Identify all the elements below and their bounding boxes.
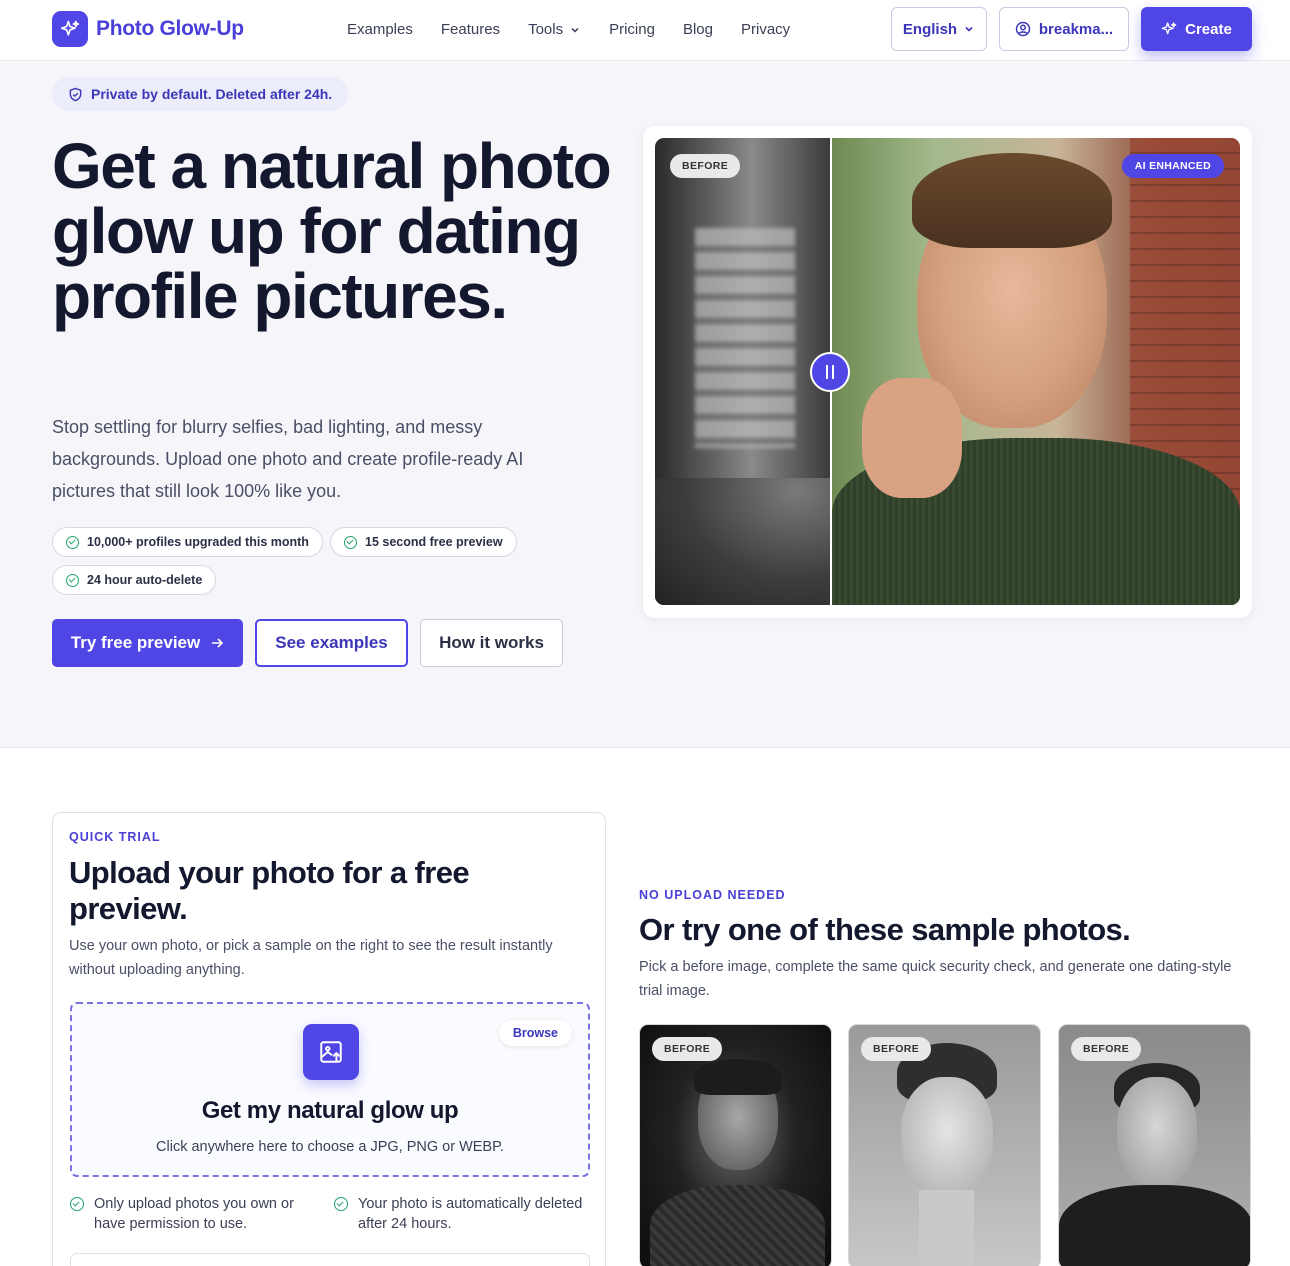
try-label: Try free preview (70, 633, 201, 652)
dropzone-subtitle: Click anywhere here to choose a JPG, PNG… (156, 1139, 504, 1155)
blurred-window-background (695, 228, 795, 448)
chevron-down-icon (965, 26, 973, 32)
stat-pill-text: 24 hour auto-delete (87, 573, 203, 587)
privacy-badge: Private by default. Deleted after 24h. (52, 77, 349, 111)
chevron-down-icon (571, 27, 579, 33)
ownership-note-text: Only upload photos you own or have permi… (94, 1196, 294, 1232)
quick-trial-card: QUICK TRIAL Upload your photo for a free… (52, 812, 606, 1266)
before-tag: BEFORE (861, 1037, 932, 1061)
photo-upload-dropzone[interactable]: Browse Get my natural glow up Click anyw… (70, 1002, 590, 1177)
ai-enhanced-tag: AI ENHANCED (1121, 154, 1224, 178)
language-label: English (902, 20, 958, 38)
ownership-note: Only upload photos you own or have permi… (70, 1194, 310, 1234)
nav-privacy[interactable]: Privacy (741, 21, 790, 38)
before-tag: BEFORE (670, 154, 741, 178)
main-nav: Examples Features Tools Pricing Blog Pri… (347, 21, 818, 38)
stat-pill-preview: 15 second free preview (330, 527, 517, 557)
stat-pill-profiles: 10,000+ profiles upgraded this month (52, 527, 323, 557)
nav-tools[interactable]: Tools (528, 21, 581, 38)
check-circle-icon (66, 573, 79, 587)
sample-photo-3[interactable]: BEFORE (1058, 1024, 1251, 1266)
image-upload-icon (303, 1024, 359, 1080)
auto-delete-note-text: Your photo is automatically deleted afte… (358, 1196, 583, 1232)
shield-check-icon (69, 87, 82, 101)
portrait-hair (912, 153, 1112, 248)
samples-description: Pick a before image, complete the same q… (639, 959, 1232, 999)
sample-sweater (650, 1185, 825, 1266)
stat-pill-text: 10,000+ profiles upgraded this month (87, 535, 309, 549)
sample-photo-2[interactable]: BEFORE (848, 1024, 1041, 1266)
sample-hair (694, 1059, 782, 1095)
trial-title: Upload your photo for a free preview. (69, 855, 470, 926)
nav-tools-label: Tools (528, 21, 564, 38)
language-select[interactable]: English (891, 7, 987, 51)
nav-examples[interactable]: Examples (347, 21, 413, 38)
see-examples-button[interactable]: See examples (255, 619, 408, 667)
user-name: breakma... (1038, 20, 1114, 38)
create-label: Create (1185, 20, 1232, 38)
user-account-button[interactable]: breakma... (999, 7, 1129, 51)
slider-handle-icon[interactable] (810, 352, 850, 392)
hero-section: Private by default. Deleted after 24h. G… (0, 62, 1290, 748)
check-circle-icon (344, 535, 357, 549)
before-tag: BEFORE (652, 1037, 723, 1061)
dropzone-title: Get my natural glow up (201, 1097, 459, 1124)
check-circle-icon (66, 535, 79, 549)
nav-features[interactable]: Features (441, 21, 500, 38)
browse-button[interactable]: Browse (498, 1020, 572, 1046)
next-section-stub (70, 1253, 590, 1266)
check-circle-icon (70, 1197, 84, 1211)
blurred-shoulder (655, 478, 830, 605)
nav-pricing[interactable]: Pricing (609, 21, 655, 38)
trial-eyebrow: QUICK TRIAL (69, 830, 161, 844)
samples-title: Or try one of these sample photos. (639, 912, 1131, 947)
stat-pill-text: 15 second free preview (365, 535, 503, 549)
hero-subtitle: Stop settling for blurry selfies, bad li… (52, 417, 524, 501)
portrait-hand (862, 378, 962, 498)
sparkle-icon (1161, 22, 1177, 35)
sample-top (1059, 1185, 1250, 1266)
samples-eyebrow: NO UPLOAD NEEDED (639, 888, 786, 902)
sample-photo-1[interactable]: BEFORE (639, 1024, 832, 1266)
hero-title: Get a natural photo glow up for dating p… (52, 130, 612, 332)
before-after-slider[interactable]: BEFORE AI ENHANCED (655, 138, 1240, 605)
stat-pill-delete: 24 hour auto-delete (52, 565, 217, 595)
arrow-right-icon (212, 638, 224, 648)
privacy-badge-text: Private by default. Deleted after 24h. (91, 86, 333, 102)
sample-face (901, 1077, 993, 1195)
try-free-preview-button[interactable]: Try free preview (52, 619, 243, 667)
site-header: Photo Glow-Up Examples Features Tools Pr… (0, 0, 1290, 61)
sample-neck (919, 1190, 974, 1266)
sparkle-logo-icon[interactable] (52, 11, 88, 47)
sample-face (1117, 1077, 1197, 1187)
auto-delete-note: Your photo is automatically deleted afte… (334, 1194, 590, 1234)
before-tag: BEFORE (1071, 1037, 1142, 1061)
user-circle-icon (1015, 21, 1031, 37)
how-it-works-button[interactable]: How it works (420, 619, 563, 667)
before-after-card: BEFORE AI ENHANCED (643, 126, 1252, 618)
trial-description: Use your own photo, or pick a sample on … (69, 938, 553, 978)
brand-name[interactable]: Photo Glow-Up (96, 17, 244, 41)
check-circle-icon (334, 1197, 348, 1211)
after-image (832, 138, 1240, 605)
create-button[interactable]: Create (1141, 7, 1252, 51)
nav-blog[interactable]: Blog (683, 21, 713, 38)
before-image (655, 138, 830, 605)
